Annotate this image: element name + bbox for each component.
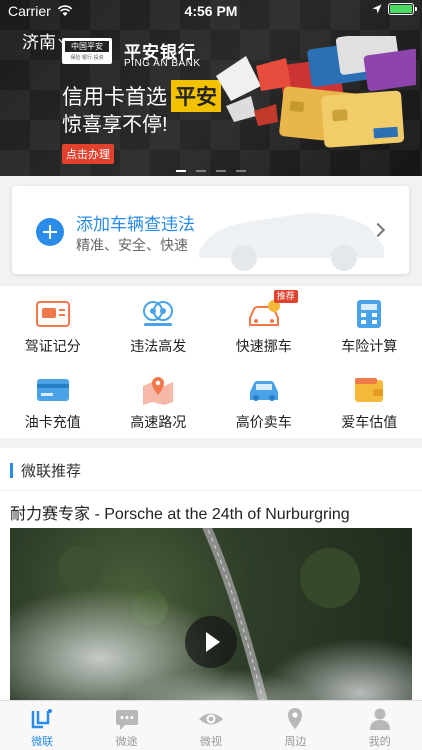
bottom-tab-bar: 微联 微途 微视 周边 我的 [0,700,422,750]
tab-mine[interactable]: 我的 [338,701,422,750]
services-grid: 驾证记分 违法高发 推荐 快速挪车 车险计算 油卡充值 高速路况 高价卖车 爱车… [0,286,422,438]
calculator-icon [357,300,382,328]
tab-weilian[interactable]: 微联 [0,701,84,750]
location-arrow-icon [372,4,382,14]
status-right [372,3,417,15]
add-vehicle-subtitle: 精准、安全、快速 [76,237,188,253]
wallet-icon [355,378,384,402]
recommend-section: 微联推荐 耐力赛专家 - Porsche at the 24th of Nurb… [0,448,422,700]
service-label: 快速挪车 [235,338,292,354]
bank-name-en: PING AN BANK [124,58,201,69]
city-selector[interactable]: 济南 [22,28,69,53]
service-car-valuation[interactable]: 爱车估值 [317,362,422,438]
service-violation-hotspots[interactable]: 违法高发 [106,286,212,362]
status-bar: Carrier 4:56 PM [0,0,422,22]
tab-label: 微联 [31,736,54,748]
tab-weitu[interactable]: 微途 [84,701,168,750]
battery-icon [388,3,417,15]
tab-weishi[interactable]: 微视 [169,701,253,750]
service-label: 车险计算 [341,338,398,354]
logo-text: 中国平安 [65,41,109,52]
city-label: 济南 [22,33,56,52]
page-dot [216,170,226,172]
service-label: 高速路况 [130,414,187,430]
play-button[interactable] [185,616,237,668]
page-dot [196,170,206,172]
video-player[interactable] [10,528,412,700]
section-accent-bar [10,463,13,478]
promo-banner[interactable]: Carrier 4:56 PM 济南 中国平安 保险·银行·投资 平安银行 PI… [0,0,422,176]
location-icon [288,708,303,729]
section-title: 微联推荐 [21,463,82,480]
tab-zhoubian[interactable]: 周边 [253,701,337,750]
add-vehicle-title: 添加车辆查违法 [76,215,195,234]
eye-icon [198,713,223,725]
service-sell-car[interactable]: 高价卖车 [211,362,317,438]
service-quick-move-car[interactable]: 推荐 快速挪车 [211,286,317,362]
section-divider [0,490,422,491]
service-highway-traffic[interactable]: 高速路况 [106,362,212,438]
video-title[interactable]: 耐力赛专家 - Porsche at the 24th of Nurburgri… [10,500,350,524]
logo-sub: 保险·银行·投资 [70,55,104,61]
home-icon [31,709,53,729]
car-move-wrapper: 推荐 [246,290,298,330]
service-license-points[interactable]: 驾证记分 [0,286,106,362]
tab-label: 微途 [115,736,138,748]
service-label: 驾证记分 [24,338,81,354]
person-icon [369,708,390,730]
credit-cards-illustration [216,36,416,148]
service-label: 油卡充值 [24,414,81,430]
tab-label: 我的 [368,736,391,748]
car-watermark [199,213,384,271]
service-label: 违法高发 [130,338,187,354]
promo-line2: 惊喜享不停! [62,114,168,136]
license-icon [35,301,70,327]
service-fuel-card[interactable]: 油卡充值 [0,362,106,438]
recommend-badge: 推荐 [273,290,298,303]
page-dot [236,170,246,172]
map-pin-icon [143,377,174,405]
camera-icon [143,301,174,326]
banner-pagination [0,170,422,172]
pingan-logo: 中国平安 保险·银行·投资 [62,38,112,64]
add-icon [36,218,64,246]
service-label: 爱车估值 [341,414,398,430]
car-sale-icon [249,381,278,401]
page-dot [176,170,186,172]
section-header: 微联推荐 [10,460,81,481]
service-label: 高价卖车 [235,414,292,430]
promo-line1: 信用卡首选 [62,86,167,109]
status-time: 4:56 PM [184,3,238,19]
tab-label: 周边 [284,736,307,748]
add-vehicle-card[interactable]: 添加车辆查违法 精准、安全、快速 [12,186,409,274]
fuel-card-icon [36,379,69,401]
tab-label: 微视 [199,736,222,748]
chat-icon [115,710,138,730]
service-insurance-calc[interactable]: 车险计算 [317,286,422,362]
apply-button[interactable]: 点击办理 [62,144,114,164]
